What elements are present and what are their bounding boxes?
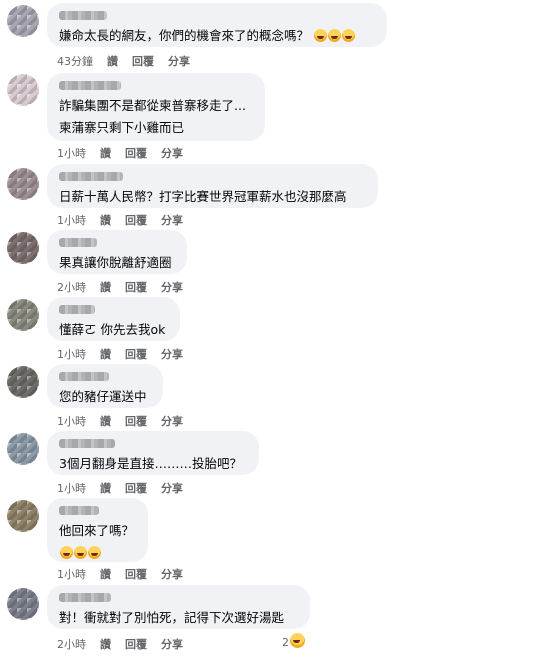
avatar[interactable] (7, 588, 39, 620)
blurred-author-name[interactable] (59, 81, 121, 90)
comment-text: 對！衝就對了別怕死，記得下次選好湯匙 (59, 610, 285, 625)
comment-time[interactable]: 1小時 (57, 145, 86, 161)
share-button[interactable]: 分享 (161, 346, 183, 362)
blurred-author-name[interactable] (59, 238, 97, 247)
like-button[interactable]: 讚 (100, 346, 111, 362)
comment-time[interactable]: 1小時 (57, 346, 86, 362)
like-button[interactable]: 讚 (100, 480, 111, 496)
avatar[interactable] (7, 168, 39, 200)
reply-button[interactable]: 回覆 (125, 346, 147, 362)
comment-text: 日薪十萬人民幣？打字比賽世界冠軍薪水也沒那麼高 (59, 189, 347, 204)
blurred-author-name[interactable] (59, 439, 115, 448)
blurred-author-name[interactable] (59, 11, 107, 20)
laughing-emoji-icon (314, 29, 327, 42)
reply-button[interactable]: 回覆 (125, 145, 147, 161)
comment-actions: 1小時 讚 回覆 分享 (57, 212, 183, 228)
reply-button[interactable]: 回覆 (125, 279, 147, 295)
comment-text: 您的豬仔運送中 (59, 389, 147, 404)
blurred-author-name[interactable] (59, 593, 111, 602)
comment-bubble: 日薪十萬人民幣？打字比賽世界冠軍薪水也沒那麼高 (47, 164, 378, 208)
like-button[interactable]: 讚 (100, 279, 111, 295)
comment-text: 詐騙集團不是都從柬普寨移走了... (59, 98, 246, 113)
comment-bubble: 嫌命太長的網友，你們的機會來了的概念嗎？ (47, 3, 387, 47)
comment-actions: 1小時 讚 回覆 分享 (57, 413, 183, 429)
like-button[interactable]: 讚 (100, 413, 111, 429)
avatar[interactable] (7, 299, 39, 331)
laughing-emoji-icon (290, 633, 305, 648)
share-button[interactable]: 分享 (168, 53, 190, 69)
share-button[interactable]: 分享 (161, 145, 183, 161)
reply-button[interactable]: 回覆 (125, 413, 147, 429)
comment-text: 他回來了嗎？ (59, 523, 135, 538)
reaction-summary[interactable]: 2 (282, 633, 305, 649)
comment-bubble: 您的豬仔運送中 (47, 364, 163, 408)
comment-bubble: 對！衝就對了別怕死，記得下次選好湯匙 (47, 585, 310, 629)
comment-bubble: 3個月翻身是直接………投胎吧？ (47, 431, 259, 475)
comment-time[interactable]: 1小時 (57, 480, 86, 496)
comment-text: 果真讓你脫離舒適圈 (59, 255, 172, 270)
comment-actions: 2小時 讚 回覆 分享 (57, 279, 183, 295)
comment-actions: 1小時 讚 回覆 分享 (57, 346, 183, 362)
laughing-emoji-icon (60, 546, 73, 559)
comment-actions: 1小時 讚 回覆 分享 (57, 480, 183, 496)
avatar[interactable] (7, 500, 39, 532)
comment-bubble: 他回來了嗎？ (47, 498, 148, 562)
reaction-count: 2 (282, 636, 289, 649)
blurred-author-name[interactable] (59, 506, 99, 515)
avatar[interactable] (7, 5, 39, 37)
blurred-author-name[interactable] (59, 305, 95, 314)
comment-time[interactable]: 1小時 (57, 566, 86, 582)
comment-text: 柬蒲寨只剩下小雞而已 (59, 120, 185, 135)
share-button[interactable]: 分享 (161, 480, 183, 496)
comment-actions: 2小時 讚 回覆 分享 (57, 636, 183, 652)
comment-time[interactable]: 43分鐘 (57, 53, 93, 69)
share-button[interactable]: 分享 (161, 636, 183, 652)
comment-actions: 1小時 讚 回覆 分享 (57, 566, 183, 582)
reply-button[interactable]: 回覆 (132, 53, 154, 69)
comment-time[interactable]: 1小時 (57, 212, 86, 228)
comment-text: 懂薛ㄛ 你先去我ok (59, 322, 166, 337)
laughing-emoji-icon (342, 29, 355, 42)
avatar[interactable] (7, 232, 39, 264)
comment-time[interactable]: 1小時 (57, 413, 86, 429)
comment-bubble: 果真讓你脫離舒適圈 (47, 230, 187, 274)
avatar[interactable] (7, 74, 39, 106)
comment-text: 嫌命太長的網友，你們的機會來了的概念嗎？ (59, 28, 310, 43)
laughing-emoji-icon (88, 546, 101, 559)
comment-time[interactable]: 2小時 (57, 636, 86, 652)
laughing-emoji-icon (74, 546, 87, 559)
comment-actions: 43分鐘 讚 回覆 分享 (57, 53, 190, 69)
share-button[interactable]: 分享 (161, 413, 183, 429)
like-button[interactable]: 讚 (100, 145, 111, 161)
like-button[interactable]: 讚 (107, 53, 118, 69)
reply-button[interactable]: 回覆 (125, 480, 147, 496)
share-button[interactable]: 分享 (161, 212, 183, 228)
comment-actions: 1小時 讚 回覆 分享 (57, 145, 183, 161)
reply-button[interactable]: 回覆 (125, 212, 147, 228)
reply-button[interactable]: 回覆 (125, 636, 147, 652)
avatar[interactable] (7, 366, 39, 398)
comment-bubble: 詐騙集團不是都從柬普寨移走了... 柬蒲寨只剩下小雞而已 (47, 73, 265, 141)
share-button[interactable]: 分享 (161, 279, 183, 295)
blurred-author-name[interactable] (59, 172, 123, 181)
like-button[interactable]: 讚 (100, 212, 111, 228)
comment-bubble: 懂薛ㄛ 你先去我ok (47, 297, 180, 341)
like-button[interactable]: 讚 (100, 636, 111, 652)
comment-time[interactable]: 2小時 (57, 279, 86, 295)
avatar[interactable] (7, 433, 39, 465)
comment-text: 3個月翻身是直接………投胎吧？ (59, 456, 242, 471)
blurred-author-name[interactable] (59, 372, 109, 381)
like-button[interactable]: 讚 (100, 566, 111, 582)
share-button[interactable]: 分享 (161, 566, 183, 582)
laughing-emoji-icon (328, 29, 341, 42)
reply-button[interactable]: 回覆 (125, 566, 147, 582)
